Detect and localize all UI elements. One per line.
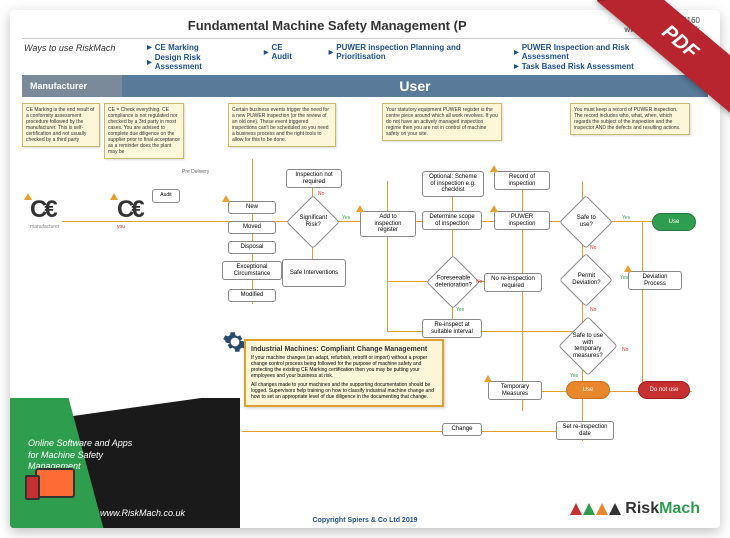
label-no: No xyxy=(318,191,324,197)
label-no: No xyxy=(590,307,596,313)
info-puwer-record: You must keep a record of PUWER inspecti… xyxy=(570,103,690,135)
ways-row: Ways to use RiskMach CE Marking Design R… xyxy=(10,39,720,73)
warning-icon xyxy=(624,265,632,272)
triangle-icon xyxy=(570,503,582,515)
node-safe-temp: Safe to use with temporary measures? xyxy=(558,316,617,375)
ways-item: Task Based Risk Assessment xyxy=(514,62,653,71)
info-puwer-register: Your statutory equipment PUWER register … xyxy=(382,103,502,141)
ce-mark-icon: C€you xyxy=(117,196,142,230)
label-yes: Yes xyxy=(622,215,630,221)
label-pre-delivery: Pre Delivery xyxy=(182,169,209,175)
node-do-not-use: Do not use xyxy=(638,381,690,399)
node-permit-deviation: Permit Deviation? xyxy=(559,253,613,307)
node-significant-risk: Significant Risk? xyxy=(286,195,340,249)
node-change: Change xyxy=(442,423,482,436)
ways-label: Ways to use RiskMach xyxy=(24,43,117,53)
callout-title: Industrial Machines: Compliant Change Ma… xyxy=(251,346,437,353)
node-use: Use xyxy=(652,213,696,231)
node-use-caution: Use xyxy=(566,381,610,399)
page-title: Fundamental Machine Safety Management (P xyxy=(30,18,624,33)
warning-icon xyxy=(490,205,498,212)
triangle-icon xyxy=(583,503,595,515)
node-puwer-inspection: PUWER inspection xyxy=(494,211,550,230)
ways-group-3: PUWER Inspection and Risk Assessment Tas… xyxy=(514,43,653,71)
label-no: No xyxy=(590,245,596,251)
label-yes: Yes xyxy=(570,373,578,379)
band-manufacturer: Manufacturer xyxy=(22,75,122,97)
node-exceptional: Exceptional Circumstance xyxy=(222,261,282,280)
ways-item: PUWER inspection Planning and Prioritisa… xyxy=(329,43,484,61)
phone-icon xyxy=(25,475,40,500)
node-no-reinspection: No re-inspection required xyxy=(484,273,542,292)
label-yes: Yes xyxy=(342,215,350,221)
info-ce-audit: CE = Check everything. CE compliance is … xyxy=(104,103,184,159)
flow-line xyxy=(642,221,643,391)
node-foreseeable: Foreseeable deterioration? xyxy=(426,255,480,309)
riskmach-logo: RiskMach xyxy=(570,500,700,518)
info-puwer-trigger: Certain business events trigger the need… xyxy=(228,103,336,147)
ways-item: CE Marking xyxy=(147,43,234,52)
logo-triangles-icon xyxy=(570,503,621,515)
warning-icon xyxy=(484,375,492,382)
label-yes: Yes xyxy=(620,275,628,281)
node-new: New xyxy=(228,201,276,214)
callout-change-mgmt: Industrial Machines: Compliant Change Ma… xyxy=(244,339,444,407)
warning-icon xyxy=(110,193,118,200)
devices-icon xyxy=(25,463,95,503)
warning-icon xyxy=(222,195,230,202)
node-add-register: Add to inspection register xyxy=(360,211,416,237)
label-yes: Yes xyxy=(456,307,464,313)
node-optional-scheme: Optional: Scheme of inspection e.g. chec… xyxy=(422,171,484,197)
ways-item: Design Risk Assessment xyxy=(147,53,234,71)
callout-body-1: If your machine changes (an adapt, refur… xyxy=(251,355,437,379)
triangle-icon xyxy=(596,503,608,515)
document-page: Fundamental Machine Safety Management (P… xyxy=(10,10,720,528)
ways-group-1b: CE Audit xyxy=(264,43,299,61)
node-record-inspection: Record of inspection xyxy=(494,171,550,190)
node-safe-to-use: Safe to use? xyxy=(559,195,613,249)
node-determine-scope: Determine scope of inspection xyxy=(422,211,482,230)
ways-item: CE Audit xyxy=(264,43,299,61)
ce-sub-you: you xyxy=(117,224,142,230)
node-not-required: Inspection not required xyxy=(286,169,342,188)
node-deviation-process: Deviation Process xyxy=(628,271,682,290)
label-no: No xyxy=(476,279,482,285)
flow-line xyxy=(387,181,388,331)
copyright: Copyright Spiers & Co Ltd 2019 xyxy=(312,517,417,524)
node-modified: Modified xyxy=(228,289,276,302)
node-moved: Moved xyxy=(228,221,276,234)
flow-line xyxy=(242,431,602,432)
warning-icon xyxy=(356,205,364,212)
warning-icon xyxy=(24,193,32,200)
node-audit: Audit xyxy=(152,189,180,203)
ways-group-1: CE Marking Design Risk Assessment xyxy=(147,43,234,71)
promo-url: www.RiskMach.co.uk xyxy=(100,508,185,518)
tablet-icon xyxy=(35,468,75,498)
ribbon-text: PDF xyxy=(657,20,702,63)
label-no: No xyxy=(622,347,628,353)
ce-mark-icon: C€manufacturer xyxy=(30,196,59,230)
node-set-reinspection: Set re-inspection date xyxy=(556,421,614,440)
band-user: User xyxy=(122,75,708,97)
flow-line xyxy=(387,331,587,332)
ways-group-2: PUWER inspection Planning and Prioritisa… xyxy=(329,43,484,61)
logo-text: RiskMach xyxy=(625,500,700,518)
node-safe-interventions: Safe Interventions xyxy=(282,259,346,287)
node-reinspect-interval: Re-inspect at suitable interval xyxy=(422,319,482,338)
role-band: Manufacturer User xyxy=(22,75,708,97)
node-temp-measures: Temporary Measures xyxy=(488,381,542,400)
triangle-icon xyxy=(609,503,621,515)
callout-body-2: All changes made to your machines and th… xyxy=(251,382,437,400)
warning-icon xyxy=(490,165,498,172)
ways-item: PUWER Inspection and Risk Assessment xyxy=(514,43,653,61)
info-ce-marking: CE Marking is the end result of a confor… xyxy=(22,103,100,147)
node-disposal: Disposal xyxy=(228,241,276,254)
ce-sub-manufacturer: manufacturer xyxy=(30,224,59,230)
logo-mach: Mach xyxy=(659,500,700,517)
promo-panel: Online Software and Apps for Machine Saf… xyxy=(10,398,240,528)
logo-risk: Risk xyxy=(625,500,659,517)
